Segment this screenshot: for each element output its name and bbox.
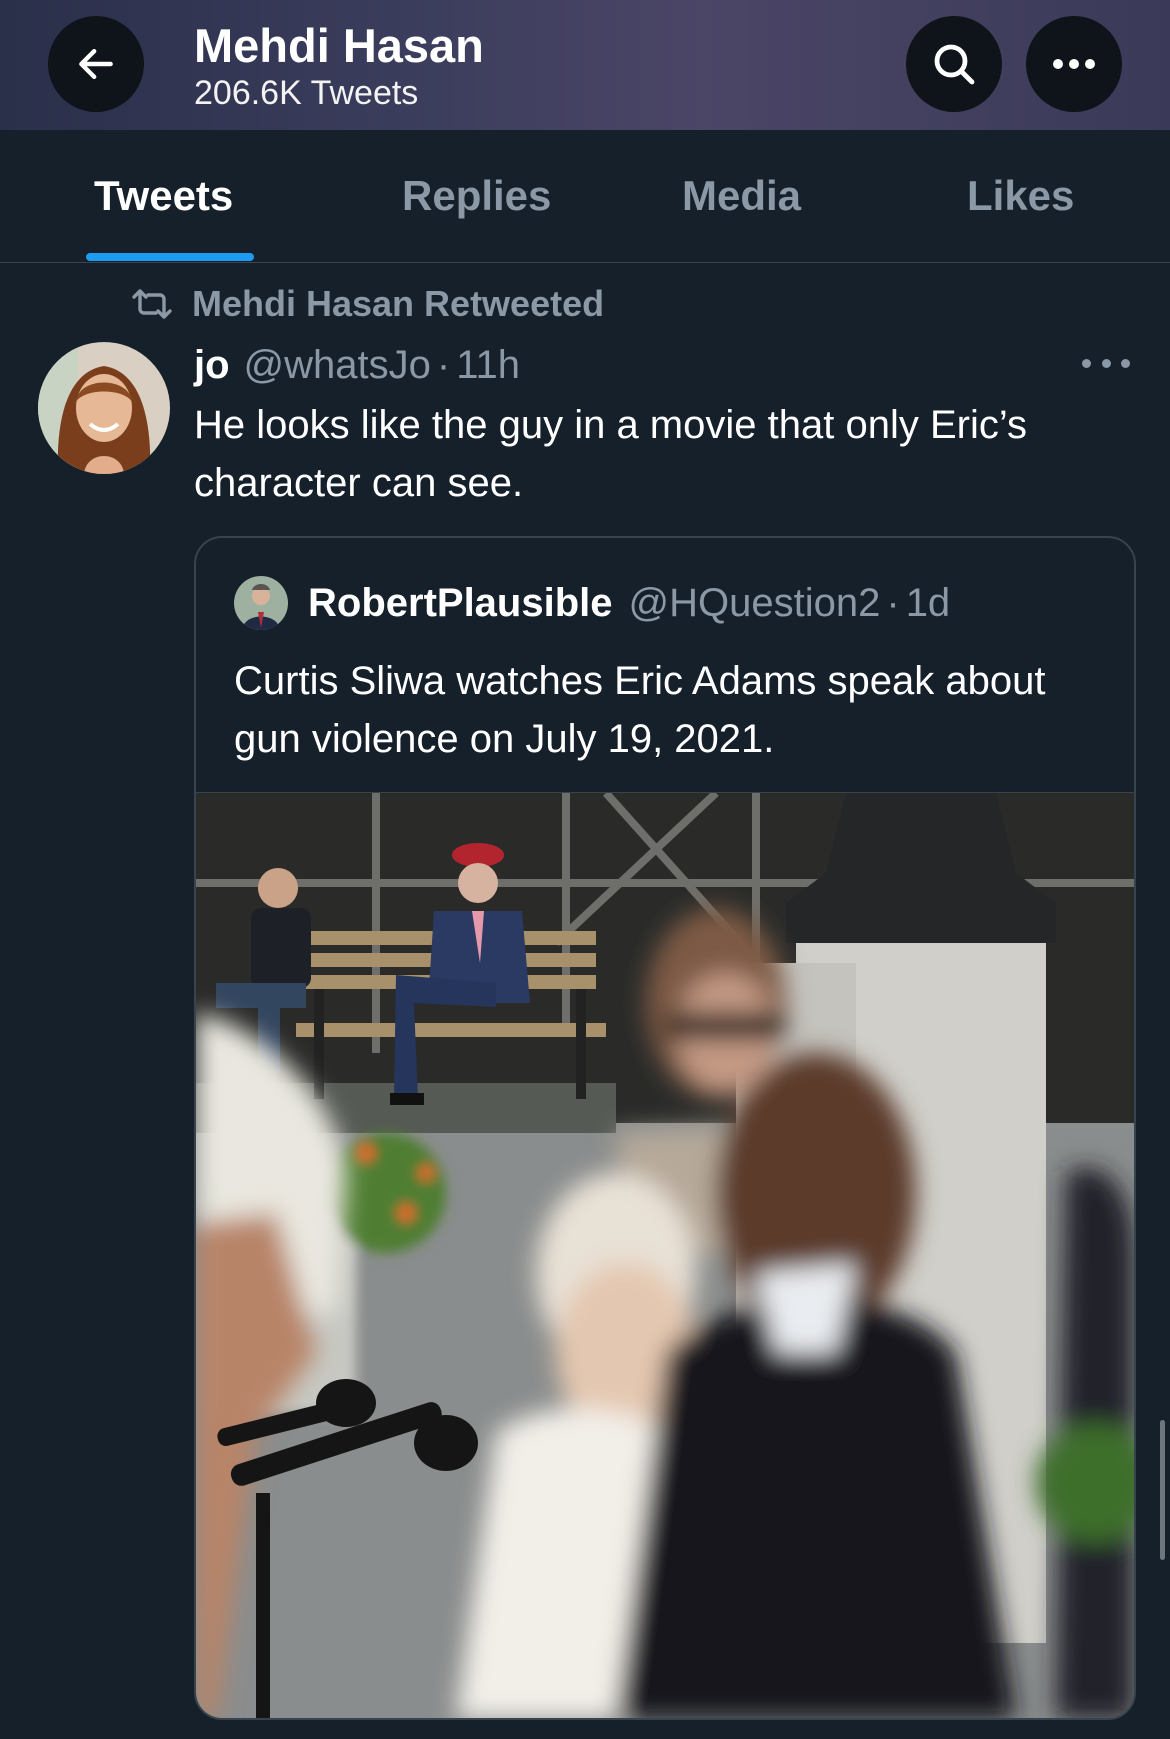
tweet-count: 206.6K Tweets [194, 74, 419, 112]
quote-author-avatar [234, 576, 288, 630]
tab-likes[interactable]: Likes [967, 170, 1074, 222]
tweet-author-row: jo @whatsJo · 11h [194, 340, 520, 390]
search-button[interactable] [906, 16, 1002, 112]
more-button[interactable] [1026, 16, 1122, 112]
author-avatar[interactable] [38, 342, 170, 474]
author-handle[interactable]: @whatsJo [244, 343, 431, 388]
retweet-icon [132, 289, 172, 319]
quote-separator-dot: · [886, 580, 900, 625]
quote-text: Curtis Sliwa watches Eric Adams speak ab… [234, 659, 1046, 761]
tab-media[interactable]: Media [682, 170, 801, 222]
separator-dot: · [436, 342, 451, 387]
author-name[interactable]: jo [194, 343, 230, 388]
tweet-text: He looks like the guy in a movie that on… [194, 403, 1027, 505]
quote-photo[interactable] [196, 792, 1134, 1718]
quote-author-handle: @HQuestion2 [628, 580, 881, 625]
quote-time: 1d [905, 580, 951, 625]
search-icon [934, 44, 975, 85]
scrollbar[interactable] [1160, 1420, 1165, 1560]
more-horizontal-icon [1053, 59, 1095, 69]
tweet-more-icon[interactable] [1082, 348, 1130, 378]
tab-replies[interactable]: Replies [402, 170, 551, 222]
quote-tweet[interactable]: RobertPlausible @HQuestion2 · 1d Curtis … [194, 536, 1136, 1720]
press-conference-photo [196, 793, 1134, 1718]
profile-name: Mehdi Hasan [194, 19, 484, 72]
avatar-photo [38, 342, 170, 474]
retweet-label: Mehdi Hasan Retweeted [192, 283, 605, 324]
tab-tweets[interactable]: Tweets [94, 170, 233, 222]
tweet-time[interactable]: 11h [456, 343, 520, 388]
quote-author-row: RobertPlausible @HQuestion2 · 1d [234, 576, 951, 630]
retweet-context[interactable]: Mehdi Hasan Retweeted [130, 282, 604, 326]
profile-header: Mehdi Hasan 206.6K Tweets [0, 0, 1170, 130]
arrow-left-icon [79, 48, 113, 80]
quote-author-name: RobertPlausible [308, 580, 613, 625]
quote-avatar-photo [234, 576, 288, 630]
active-tab-indicator [86, 253, 254, 261]
back-button[interactable] [48, 16, 144, 112]
profile-tabs: Tweets Replies Media Likes [0, 130, 1170, 263]
